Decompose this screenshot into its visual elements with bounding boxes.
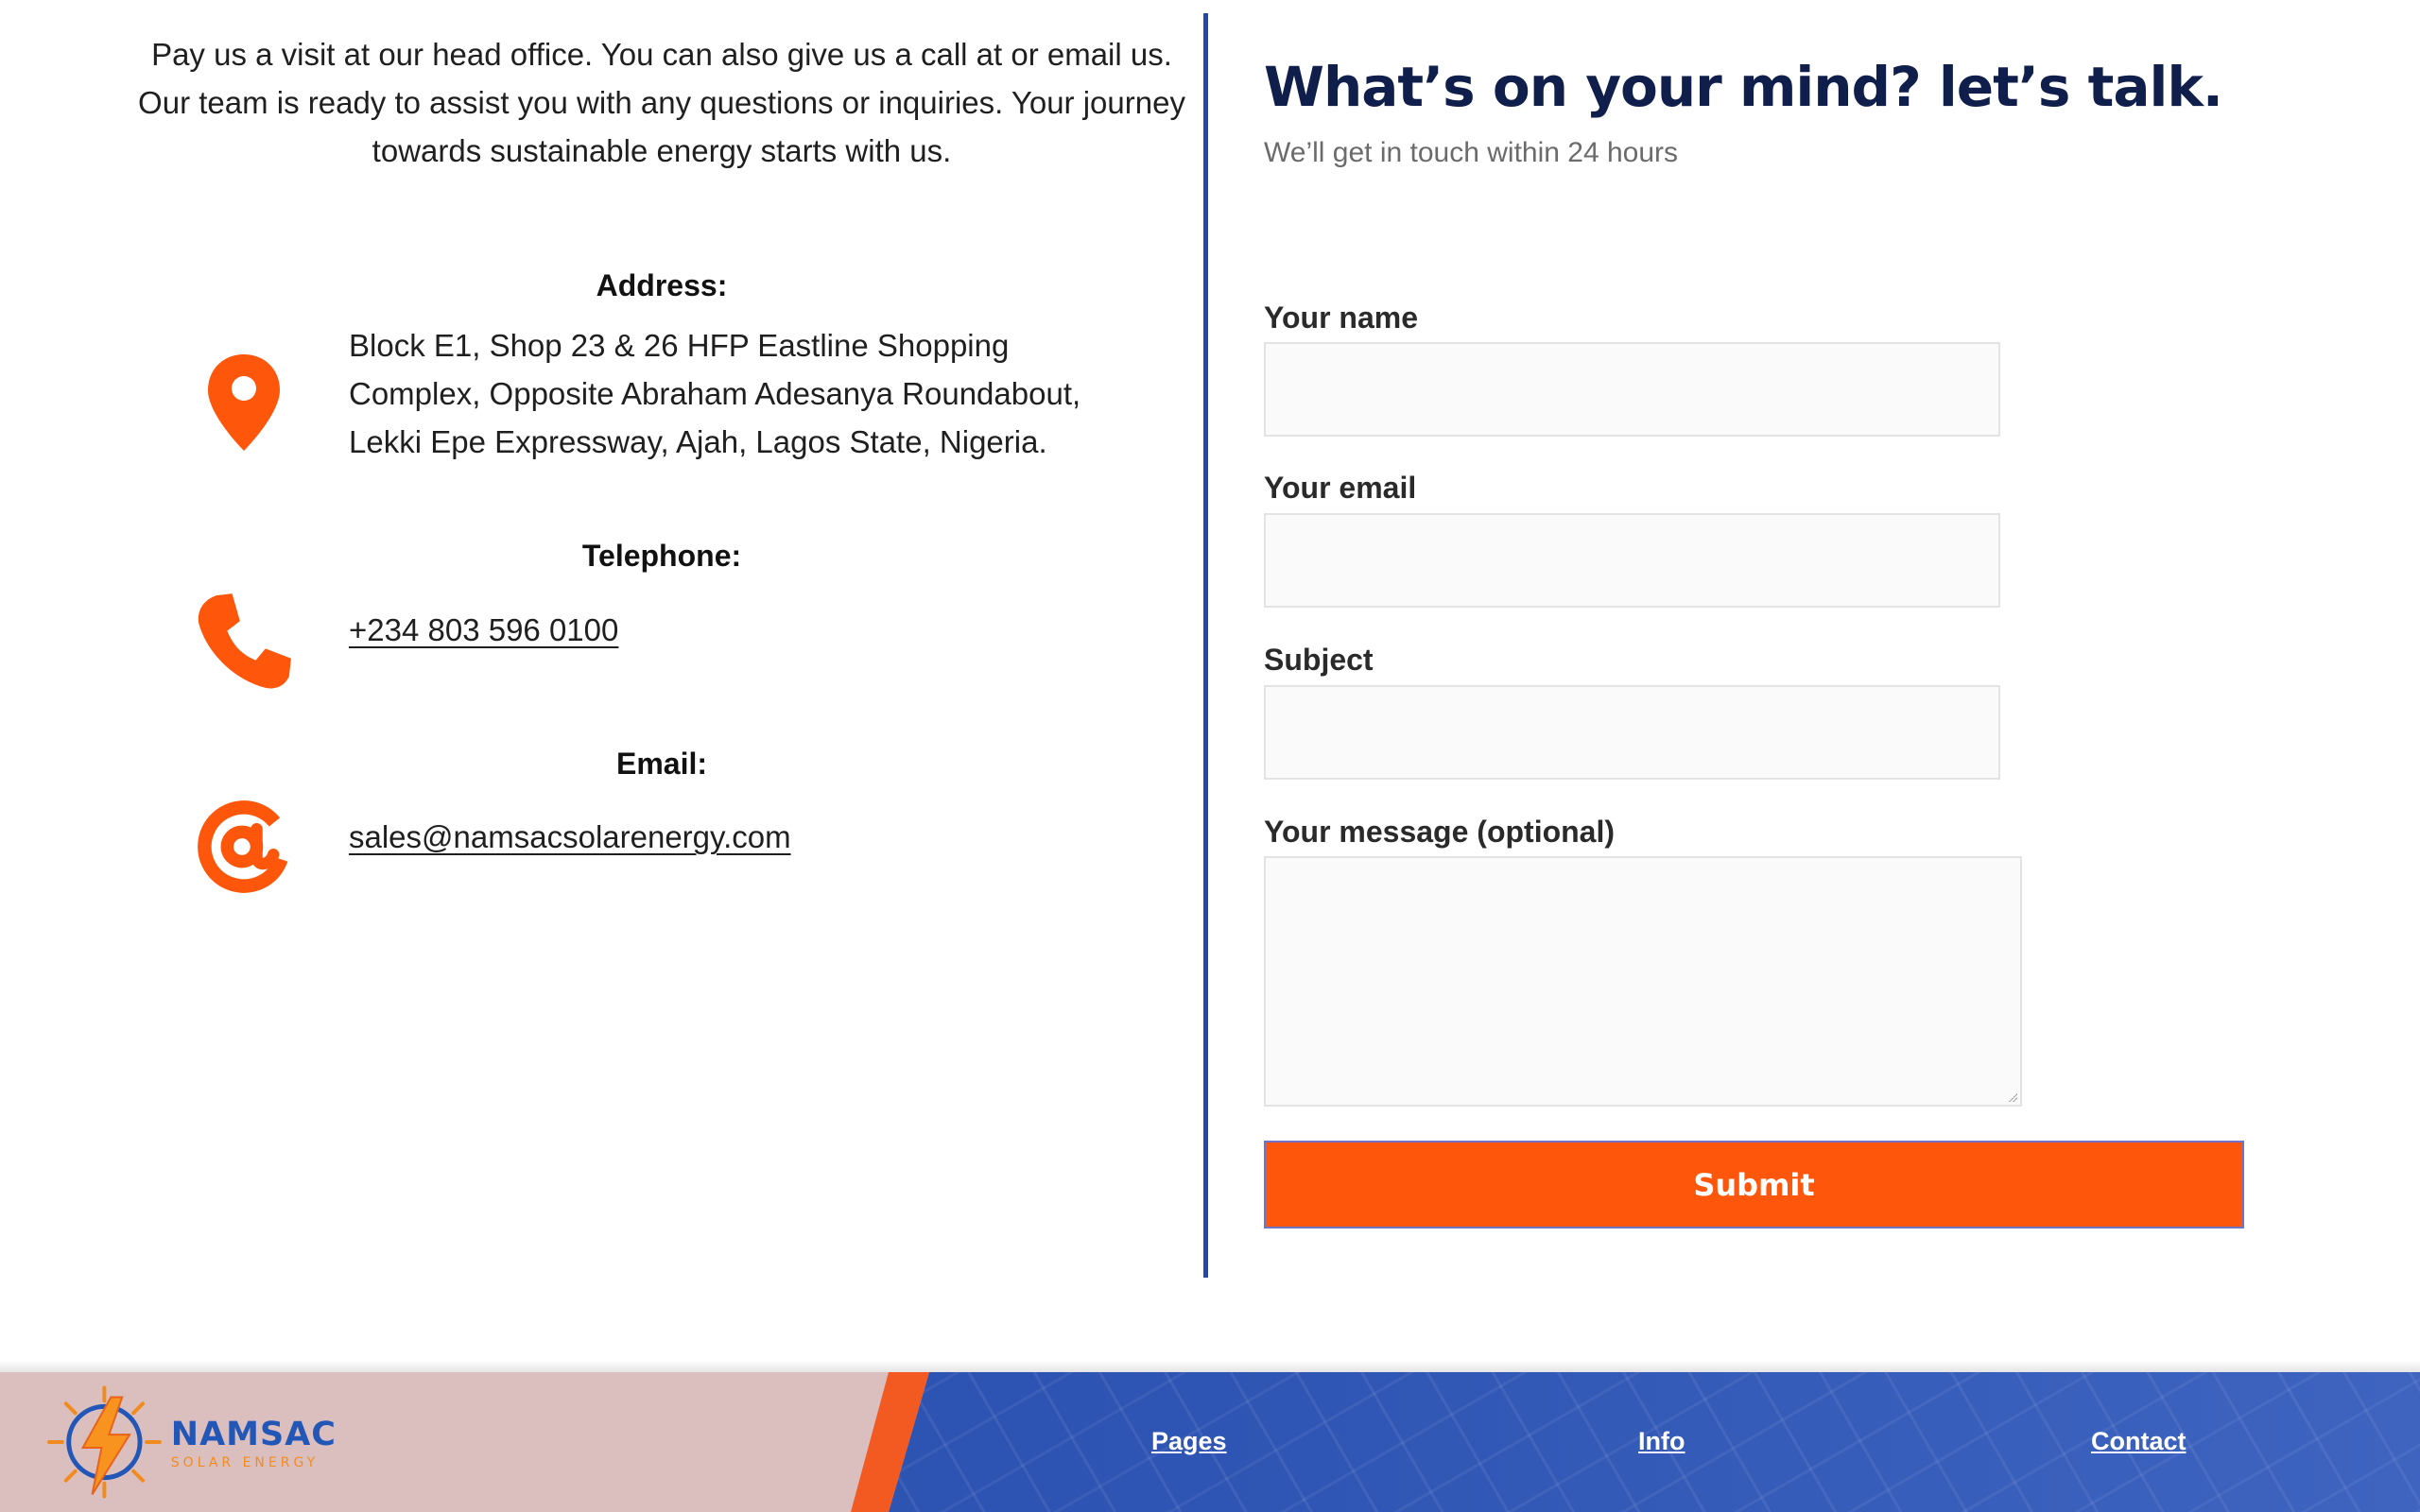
subject-input[interactable] bbox=[1264, 685, 2000, 780]
email-title: Email: bbox=[615, 747, 708, 781]
email-link[interactable]: sales@namsacsolarenergy.com bbox=[349, 813, 791, 861]
form-heading: What’s on your mind? let’s talk. bbox=[1264, 55, 2223, 119]
at-sign-icon bbox=[189, 792, 298, 901]
email-label: Your email bbox=[1264, 471, 1417, 505]
footer-nav-info[interactable]: Info bbox=[1638, 1427, 1685, 1456]
logo-tagline: SOLAR ENERGY bbox=[170, 1454, 320, 1470]
telephone-link[interactable]: +234 803 596 0100 bbox=[349, 606, 618, 654]
submit-button[interactable]: Submit bbox=[1264, 1141, 2244, 1228]
address-title: Address: bbox=[596, 268, 728, 302]
resize-handle-icon[interactable] bbox=[2008, 1092, 2017, 1102]
sun-bolt-logo-icon bbox=[46, 1385, 162, 1499]
subject-label: Subject bbox=[1264, 643, 1374, 677]
name-label: Your name bbox=[1264, 301, 1418, 335]
intro-text: Pay us a visit at our head office. You c… bbox=[138, 37, 1185, 168]
footer: NAMSAC SOLAR ENERGY Pages Info Contact bbox=[0, 1372, 2420, 1512]
phone-icon bbox=[189, 586, 298, 695]
email-input[interactable] bbox=[1264, 513, 2000, 608]
map-pin-icon bbox=[189, 348, 298, 456]
name-input[interactable] bbox=[1264, 342, 2000, 437]
logo-name: NAMSAC bbox=[170, 1415, 337, 1453]
form-subheading: We’ll get in touch within 24 hours bbox=[1264, 137, 1679, 168]
footer-nav-contact[interactable]: Contact bbox=[2091, 1427, 2187, 1456]
address-text: Block E1, Shop 23 & 26 HFP Eastline Shop… bbox=[349, 328, 1081, 459]
message-label: Your message (optional) bbox=[1264, 815, 1616, 849]
contact-info-section: Pay us a visit at our head office. You c… bbox=[0, 0, 1205, 1280]
message-textarea[interactable] bbox=[1264, 856, 2022, 1107]
namsac-logo[interactable]: NAMSAC SOLAR ENERGY bbox=[43, 1383, 337, 1502]
footer-nav-pages[interactable]: Pages bbox=[1151, 1427, 1227, 1456]
column-divider bbox=[1203, 13, 1208, 1278]
telephone-title: Telephone: bbox=[581, 539, 742, 573]
